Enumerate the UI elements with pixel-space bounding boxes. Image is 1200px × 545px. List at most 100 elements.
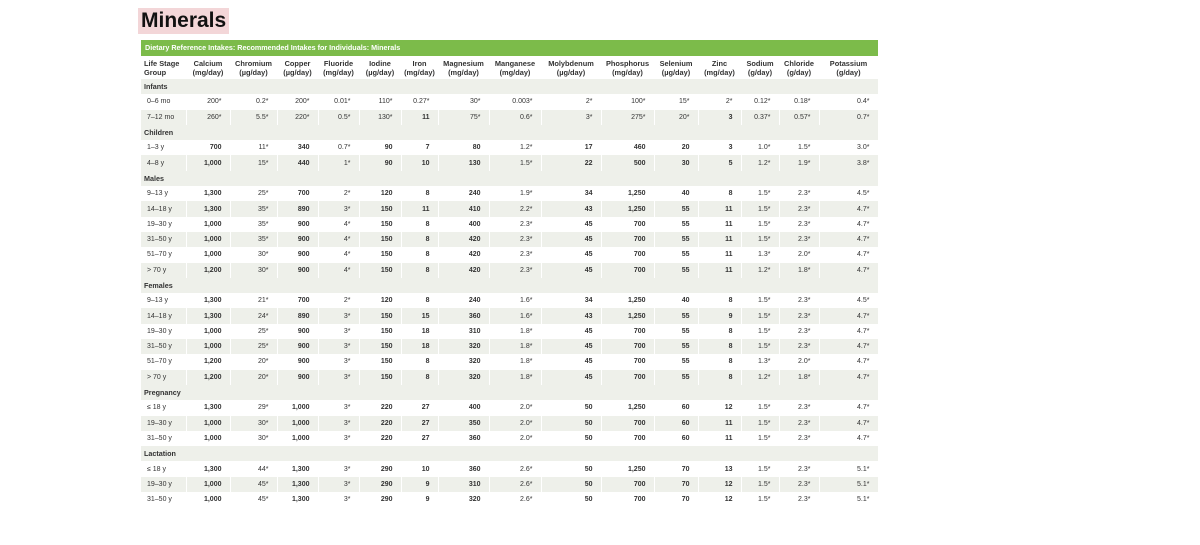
value-text: 150 xyxy=(380,220,393,228)
life-stage-cell: 19–30 y xyxy=(141,476,187,493)
value-text: 500 xyxy=(633,159,646,167)
value-text: 2* xyxy=(585,98,593,106)
value-text: 45 xyxy=(584,266,593,274)
value-text: 4.7* xyxy=(857,266,870,274)
value-cell: 55 xyxy=(654,231,699,248)
value-text: 24* xyxy=(257,312,269,320)
column-header-unit: (mg/day) xyxy=(499,68,531,77)
value-cell: 275* xyxy=(601,109,655,125)
value-cell: 1,000 xyxy=(277,430,319,447)
value-text: 15* xyxy=(257,159,269,167)
group-label: Females xyxy=(141,277,878,294)
value-cell: 2.3* xyxy=(779,415,820,431)
column-header-name: Life Stage xyxy=(144,59,180,68)
value-cell: 44* xyxy=(230,461,278,477)
value-cell: 45* xyxy=(230,492,278,508)
value-cell: 1,300 xyxy=(186,308,231,324)
value-text: 60 xyxy=(681,434,690,442)
value-cell: 310 xyxy=(438,323,490,340)
value-text: 50 xyxy=(584,434,593,442)
value-text: 150 xyxy=(380,236,393,244)
value-cell: 34 xyxy=(541,293,602,309)
value-text: 30 xyxy=(681,159,690,167)
value-text: 320 xyxy=(468,373,481,381)
value-text: 30* xyxy=(469,98,481,106)
value-cell: 1,000 xyxy=(186,430,231,447)
value-text: 460 xyxy=(633,144,646,152)
value-text: 10 xyxy=(421,159,430,167)
value-text: 900 xyxy=(297,236,310,244)
value-text: 900 xyxy=(297,220,310,228)
value-cell: 12 xyxy=(698,492,742,508)
value-cell: 1.5* xyxy=(741,216,780,232)
value-text: 55 xyxy=(681,251,690,259)
value-cell: 8 xyxy=(698,186,742,202)
value-text: 0.003* xyxy=(512,98,533,106)
value-text: 43 xyxy=(584,205,593,213)
value-text: 8 xyxy=(728,373,733,381)
value-cell: 50 xyxy=(541,461,602,477)
value-cell: 5 xyxy=(698,155,742,171)
value-text: 4.7* xyxy=(857,236,870,244)
value-text: 40 xyxy=(681,190,690,198)
value-text: 3* xyxy=(343,480,351,488)
value-text: 320 xyxy=(468,343,481,351)
value-cell: 22 xyxy=(541,155,602,171)
value-cell: 900 xyxy=(277,231,319,248)
value-text: 3* xyxy=(585,113,593,121)
value-cell: 55 xyxy=(654,262,699,278)
column-header: Phosphorus (mg/day) xyxy=(601,56,654,79)
value-text: 13 xyxy=(724,465,733,473)
value-text: 8 xyxy=(728,343,733,351)
value-cell: 8 xyxy=(401,369,439,385)
value-cell: 1.5* xyxy=(741,231,780,248)
column-header-name: Copper xyxy=(284,59,311,68)
value-cell: 1,300 xyxy=(186,461,231,477)
value-cell: 45 xyxy=(541,323,602,340)
value-cell: 1.8* xyxy=(779,262,820,278)
value-text: 1.5* xyxy=(758,496,771,504)
value-text: 11 xyxy=(725,434,733,442)
value-cell: 60 xyxy=(654,415,699,431)
value-text: 8 xyxy=(425,220,430,228)
value-text: 35* xyxy=(257,205,269,213)
value-cell: 900 xyxy=(277,339,319,355)
value-text: 1.5* xyxy=(758,327,771,335)
value-text: 2.3* xyxy=(798,465,811,473)
value-text: 130* xyxy=(378,113,393,121)
value-text: 0.7* xyxy=(857,113,870,121)
value-cell: 1,000 xyxy=(186,247,231,263)
value-text: 3 xyxy=(728,113,733,121)
value-text: 700 xyxy=(633,266,646,274)
value-text: 27 xyxy=(421,419,430,427)
life-stage-cell: 1–3 y xyxy=(141,140,187,156)
value-text: 21* xyxy=(257,297,269,305)
column-header-name: Iodine xyxy=(369,59,391,68)
value-text: 1.5* xyxy=(758,236,771,244)
header-row: Life Stage Group Calcium (mg/day) Chromium (µ… xyxy=(141,56,878,79)
value-cell: 5.1* xyxy=(819,476,879,493)
value-text: 2.3* xyxy=(798,297,811,305)
value-cell: 1.8* xyxy=(489,339,542,355)
column-header-unit: (mg/day) xyxy=(612,68,643,77)
value-text: 15 xyxy=(421,312,430,320)
value-text: 11 xyxy=(422,205,430,213)
value-text: 45* xyxy=(257,496,269,504)
value-cell: 8 xyxy=(698,369,742,385)
value-cell: 2.3* xyxy=(779,216,820,232)
value-text: 1.5* xyxy=(758,434,771,442)
value-text: 1,300 xyxy=(203,205,222,213)
value-text: 360 xyxy=(468,434,481,442)
value-cell: 35* xyxy=(230,201,278,217)
column-header-unit: (mg/day) xyxy=(192,68,224,77)
value-cell: 340 xyxy=(277,140,319,156)
value-text: 60 xyxy=(681,419,690,427)
group-row: Males xyxy=(141,170,878,187)
value-text: 2.3* xyxy=(798,236,811,244)
value-cell: 700 xyxy=(601,354,655,370)
value-cell: 4.7* xyxy=(819,262,879,278)
column-header: Chromium (µg/day) xyxy=(230,56,277,79)
column-header-unit: (g/day) xyxy=(836,68,861,77)
value-text: 8 xyxy=(728,358,733,366)
value-cell: 1.2* xyxy=(489,140,542,156)
